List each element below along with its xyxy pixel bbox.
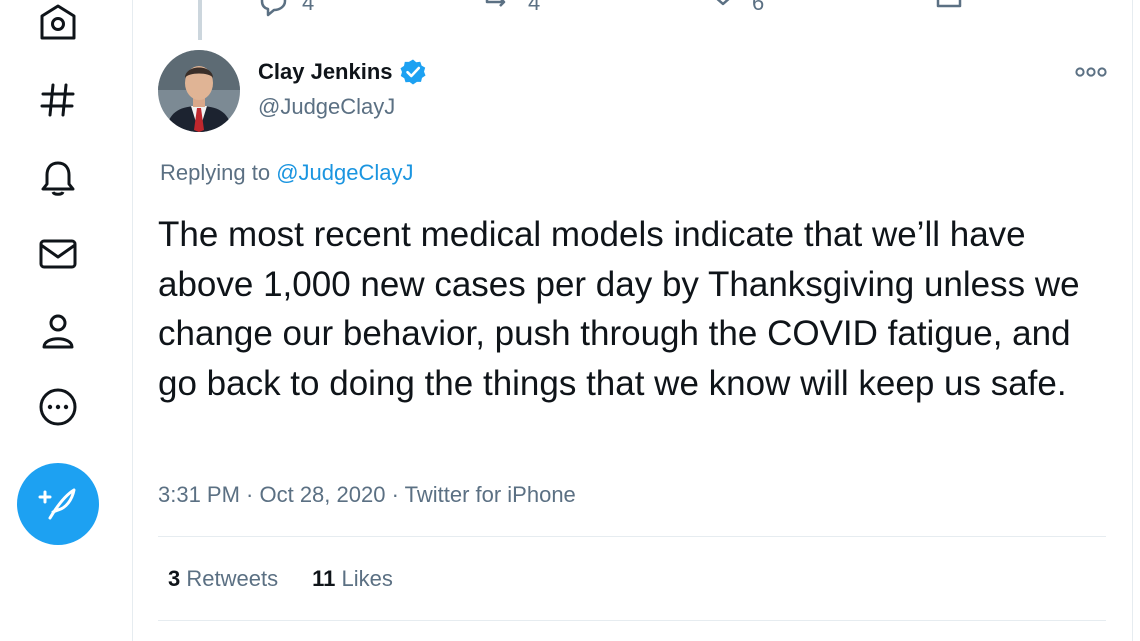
tweet-detail-page: 4 4 6 Clay Jenkins @JudgeClayJ Replying … <box>0 0 1140 641</box>
prev-reply-button[interactable]: 4 <box>258 0 315 17</box>
messages-envelope-icon[interactable] <box>38 234 78 274</box>
engagement-stats: 3 Retweets 11 Likes <box>168 566 393 592</box>
retweets-count: 3 <box>168 566 181 591</box>
compose-feather-icon <box>38 488 76 520</box>
tweet-timestamp-source[interactable]: 3:31 PM · Oct 28, 2020 · Twitter for iPh… <box>158 482 576 508</box>
heart-icon <box>716 0 730 6</box>
replying-mention-link[interactable]: @JudgeClayJ <box>276 160 413 185</box>
prev-retweet-button[interactable]: 4 <box>484 0 540 16</box>
share-icon <box>936 0 962 8</box>
likes-count: 11 <box>312 566 336 591</box>
home-icon[interactable] <box>38 2 78 42</box>
verified-badge-icon <box>399 58 427 86</box>
prev-reply-count: 4 <box>302 0 315 15</box>
tweet-text: The most recent medical models indicate … <box>158 215 1090 403</box>
retweet-icon <box>485 0 506 7</box>
replying-to-line: Replying to @JudgeClayJ <box>160 160 414 186</box>
avatar[interactable] <box>158 50 240 132</box>
more-circle-icon[interactable] <box>38 387 78 427</box>
left-nav <box>0 0 133 641</box>
prev-share-button[interactable] <box>934 0 964 16</box>
profile-person-icon[interactable] <box>38 311 78 351</box>
author-display-name[interactable]: Clay Jenkins <box>258 59 393 85</box>
replying-prefix: Replying to <box>160 160 271 185</box>
prev-retweet-count: 4 <box>528 0 541 15</box>
explore-hash-icon[interactable] <box>38 80 78 120</box>
likes-stat[interactable]: 11 Likes <box>312 566 393 592</box>
retweets-stat[interactable]: 3 Retweets <box>168 566 278 592</box>
thread-connector-line <box>198 0 202 40</box>
retweets-label: Retweets <box>186 566 279 591</box>
more-options-icon[interactable] <box>1074 62 1108 82</box>
compose-tweet-button[interactable] <box>17 463 99 545</box>
prev-like-count: 6 <box>752 0 765 15</box>
reply-bubble-icon <box>260 0 287 17</box>
column-border <box>1132 0 1133 641</box>
profile-photo <box>158 50 240 132</box>
divider <box>158 536 1106 537</box>
author-name-row[interactable]: Clay Jenkins <box>258 58 427 86</box>
author-handle[interactable]: @JudgeClayJ <box>258 94 395 120</box>
divider <box>158 620 1106 621</box>
notifications-bell-icon[interactable] <box>38 158 78 198</box>
prev-like-button[interactable]: 6 <box>708 0 764 16</box>
likes-label: Likes <box>341 566 393 591</box>
